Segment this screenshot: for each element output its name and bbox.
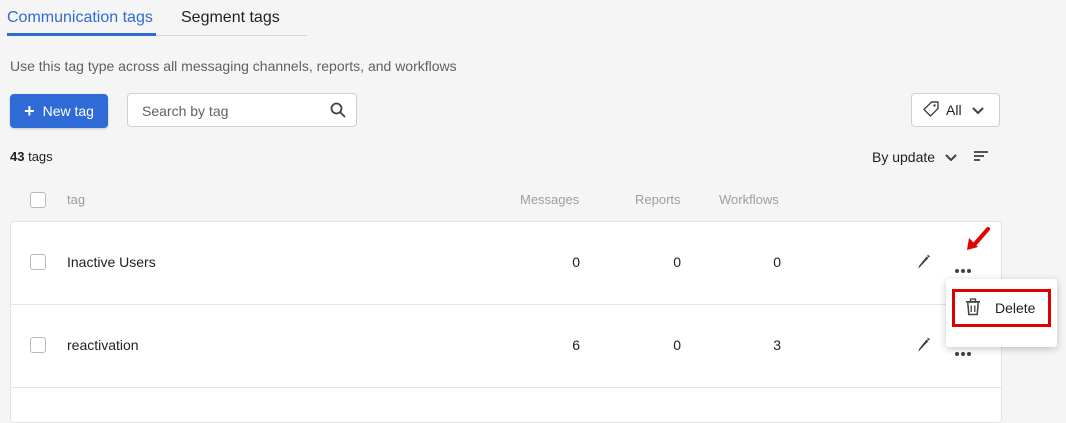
workflows-count: 3 [773,337,781,353]
workflows-count: 0 [773,254,781,270]
delete-menu-item[interactable]: Delete [952,289,1051,327]
header-tag[interactable]: tag [67,192,85,207]
sort-icon[interactable] [973,149,989,165]
chevron-down-icon [972,102,984,118]
row-checkbox[interactable] [30,337,46,353]
sort-control[interactable]: By update [872,149,989,165]
delete-label: Delete [995,300,1036,316]
tag-name: Inactive Users [67,254,156,270]
messages-count: 6 [572,337,580,353]
tag-count-suffix: tags [24,149,53,164]
search-box [127,93,357,127]
row-checkbox[interactable] [30,254,46,270]
arrow-annotation-icon [965,226,991,259]
tag-name: reactivation [67,337,139,353]
header-messages[interactable]: Messages [520,192,579,207]
pencil-icon[interactable] [917,337,931,358]
new-tag-label: New tag [42,103,94,119]
reports-count: 0 [673,337,681,353]
row-divider [10,387,1001,388]
pencil-icon[interactable] [917,254,931,275]
page-description: Use this tag type across all messaging c… [10,58,457,74]
header-workflows[interactable]: Workflows [719,192,779,207]
tag-count: 43 tags [10,149,53,164]
tags-table [10,221,1002,423]
plus-icon: + [24,101,35,121]
messages-count: 0 [572,254,580,270]
chevron-down-icon [945,149,957,165]
new-tag-button[interactable]: + New tag [10,94,108,128]
more-icon[interactable] [954,261,972,279]
row-action-menu: Delete [946,279,1057,347]
active-tab-indicator [7,33,156,36]
filter-label: All [946,102,962,118]
select-all-checkbox[interactable] [30,192,46,208]
header-reports[interactable]: Reports [635,192,681,207]
row-divider [10,304,1001,305]
search-icon[interactable] [330,102,346,123]
tab-segment-tags[interactable]: Segment tags [181,9,280,27]
tab-communication-tags[interactable]: Communication tags [7,9,153,27]
reports-count: 0 [673,254,681,270]
tag-count-value: 43 [10,149,25,164]
sort-label: By update [872,149,936,165]
tag-icon [922,100,940,121]
tag-filter-dropdown[interactable]: All [911,93,1000,127]
trash-icon [965,297,981,319]
search-input[interactable] [140,102,324,120]
